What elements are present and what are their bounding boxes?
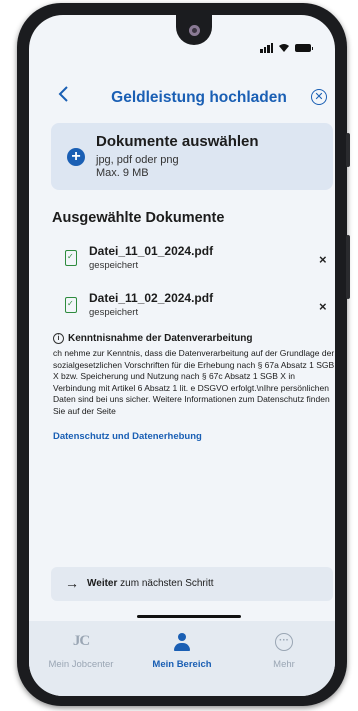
signal-icon: [260, 43, 273, 53]
file-check-icon: [65, 250, 77, 266]
nav-label: Mein Bereich: [152, 659, 212, 670]
wifi-icon: [279, 44, 289, 52]
person-icon-wrap: [137, 633, 227, 655]
home-indicator: [137, 615, 241, 618]
chevron-left-icon[interactable]: [57, 85, 79, 107]
selected-documents-title: Ausgewählte Dokumente: [52, 210, 225, 226]
nav-item-mein-bereich[interactable]: Mein Bereich: [137, 633, 227, 670]
more-icon-wrap: ···: [239, 633, 329, 655]
status-bar: [260, 43, 313, 53]
document-row: Datei_11_01_2024.pdf gespeichert ×: [51, 242, 333, 282]
next-step-label-rest: zum nächsten Schritt: [117, 578, 214, 589]
document-status: gespeichert: [89, 260, 139, 271]
person-icon: [173, 633, 191, 653]
data-processing-text: ch nehme zur Kenntnis, dass die Datenver…: [53, 348, 335, 416]
select-documents-button[interactable]: + Dokumente auswählen jpg, pdf oder png …: [51, 123, 333, 190]
document-row: Datei_11_02_2024.pdf gespeichert ×: [51, 289, 333, 329]
document-name: Datei_11_01_2024.pdf: [89, 244, 214, 258]
arrow-right-icon: →: [65, 575, 79, 591]
nav-item-mehr[interactable]: ··· Mehr: [239, 633, 329, 670]
close-circle-icon[interactable]: ✕: [311, 89, 327, 105]
remove-document-button[interactable]: ×: [319, 299, 327, 314]
app-screen: Geldleistung hochladen ✕ + Dokumente aus…: [29, 15, 335, 696]
nav-item-mein-jobcenter[interactable]: JC Mein Jobcenter: [36, 633, 126, 670]
nav-label: Mehr: [273, 659, 295, 670]
more-icon: ···: [275, 633, 293, 651]
page-header: Geldleistung hochladen ✕: [29, 83, 335, 115]
upload-requirements: jpg, pdf oder png Max. 9 MB: [96, 154, 179, 180]
upload-max-size: Max. 9 MB: [96, 167, 149, 179]
front-camera: [189, 25, 200, 36]
next-step-label-bold: Weiter: [87, 578, 118, 589]
info-icon: i: [53, 333, 64, 344]
jobcenter-logo-icon: JC: [72, 633, 90, 649]
bottom-navigation: JC Mein Jobcenter Mein Bereich ··· Mehr: [29, 621, 335, 696]
volume-button: [346, 133, 350, 167]
privacy-link[interactable]: Datenschutz und Datenerhebung: [53, 431, 202, 442]
next-step-label: Weiter zum nächsten Schritt: [87, 578, 214, 589]
document-name: Datei_11_02_2024.pdf: [89, 291, 214, 305]
data-processing-title: Kenntnisnahme der Datenverarbeitung: [68, 333, 253, 344]
file-check-icon: [65, 297, 77, 313]
power-button: [346, 235, 350, 299]
battery-icon: [295, 44, 313, 52]
plus-icon: +: [67, 148, 85, 166]
page-title: Geldleistung hochladen: [111, 89, 287, 106]
document-status: gespeichert: [89, 307, 139, 318]
remove-document-button[interactable]: ×: [319, 252, 327, 267]
nav-label: Mein Jobcenter: [48, 659, 114, 670]
phone-frame: Geldleistung hochladen ✕ + Dokumente aus…: [17, 3, 350, 706]
next-step-button[interactable]: → Weiter zum nächsten Schritt: [51, 567, 333, 601]
select-documents-title: Dokumente auswählen: [96, 133, 259, 150]
upload-formats: jpg, pdf oder png: [96, 154, 179, 166]
data-processing-heading: i Kenntnisnahme der Datenverarbeitung: [53, 333, 252, 344]
